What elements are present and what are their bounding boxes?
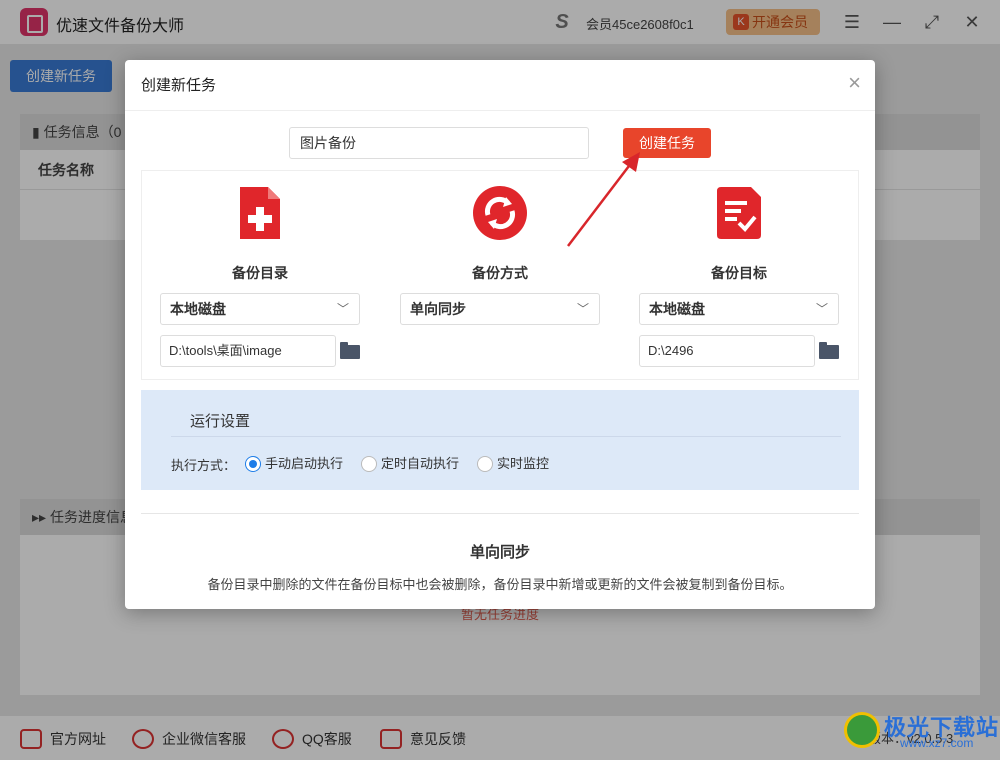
backup-source-select[interactable]: 本地磁盘 ﹀ (160, 293, 360, 325)
backup-method-select[interactable]: 单向同步 ﹀ (400, 293, 600, 325)
radio-unchecked-icon (361, 456, 377, 472)
radio-realtime[interactable]: 实时监控 (477, 455, 549, 473)
backup-source-column: 备份目录 本地磁盘 ﹀ D:\tools\桌面\image (160, 171, 360, 381)
run-settings-divider (171, 436, 841, 437)
watermark: 极光下载站 www.xz7.com (840, 706, 1000, 760)
watermark-logo-icon (844, 712, 880, 748)
folder-icon[interactable] (340, 342, 360, 359)
radio-scheduled[interactable]: 定时自动执行 (361, 455, 459, 473)
backup-source-path-input[interactable]: D:\tools\桌面\image (160, 335, 336, 367)
backup-method-select-value: 单向同步 (410, 301, 466, 317)
backup-target-path-input[interactable]: D:\2496 (639, 335, 815, 367)
create-task-dialog: 创建新任务 × 创建任务 备份目录 本地磁盘 ﹀ D:\tools\桌面\ima… (125, 60, 875, 609)
backup-target-select-value: 本地磁盘 (649, 301, 705, 317)
description-title: 单向同步 (469, 544, 530, 561)
sync-icon (473, 186, 527, 240)
watermark-url: www.xz7.com (900, 736, 974, 750)
folder-icon[interactable] (819, 342, 839, 359)
dialog-divider (125, 110, 875, 111)
backup-target-column: 备份目标 本地磁盘 ﹀ D:\2496 (639, 171, 839, 381)
description-text: 备份目录中删除的文件在备份目标中也会被删除，备份目录中新增或更新的文件会被复制到… (207, 577, 793, 592)
chevron-down-icon: ﹀ (815, 302, 828, 316)
radio-unchecked-icon (477, 456, 493, 472)
dialog-close-icon[interactable]: × (848, 72, 861, 94)
dialog-title: 创建新任务 (141, 77, 217, 94)
backup-target-label: 备份目标 (711, 265, 767, 281)
add-file-icon (240, 187, 280, 239)
backup-config-card: 备份目录 本地磁盘 ﹀ D:\tools\桌面\image 备份方式 单向同步 … (141, 170, 859, 380)
task-name-input[interactable] (289, 127, 589, 159)
radio-scheduled-label: 定时自动执行 (381, 456, 460, 471)
backup-source-select-value: 本地磁盘 (170, 301, 226, 317)
run-mode-label: 执行方式： (171, 458, 237, 473)
run-settings-title: 运行设置 (190, 413, 251, 430)
radio-realtime-label: 实时监控 (497, 456, 550, 471)
backup-method-label: 备份方式 (472, 265, 528, 281)
radio-manual[interactable]: 手动启动执行 (245, 455, 343, 473)
chevron-down-icon: ﹀ (576, 302, 589, 316)
chevron-down-icon: ﹀ (336, 302, 349, 316)
radio-manual-label: 手动启动执行 (265, 456, 344, 471)
description-divider (141, 513, 859, 514)
backup-source-label: 备份目录 (232, 265, 288, 281)
checklist-file-icon (717, 187, 761, 239)
radio-checked-icon (245, 456, 261, 472)
backup-target-select[interactable]: 本地磁盘 ﹀ (639, 293, 839, 325)
run-settings-panel: 运行设置 执行方式： 手动启动执行 定时自动执行 实时监控 (141, 390, 859, 490)
annotation-arrow-icon (567, 152, 640, 247)
